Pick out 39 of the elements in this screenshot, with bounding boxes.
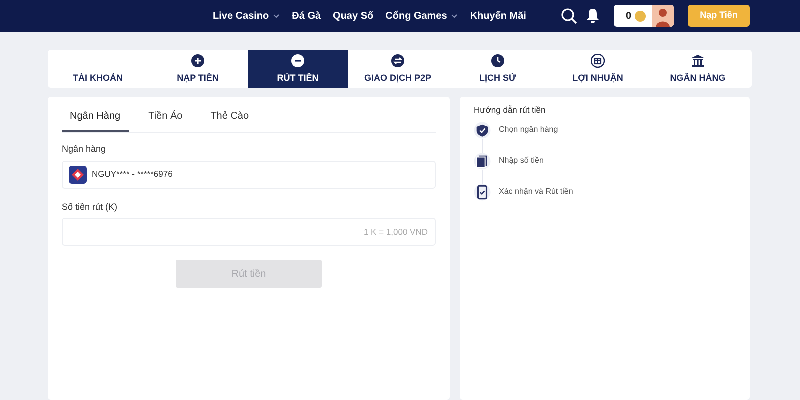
- bank-icon: [691, 54, 705, 68]
- sub-tab[interactable]: Thẻ Cào: [202, 105, 258, 132]
- bank-account-text: NGUY**** - *****6976: [92, 168, 173, 181]
- field-label: Số tiền rút (K): [62, 200, 119, 214]
- bank-logo-icon: [69, 166, 87, 184]
- bell-icon[interactable]: [586, 8, 600, 24]
- nav-tab[interactable]: LỊCH SỬ: [448, 50, 548, 88]
- search-icon[interactable]: [561, 8, 578, 24]
- nav-tab[interactable]: LỢI NHUẬN: [548, 50, 648, 88]
- sub-tab[interactable]: Ngân Hàng: [62, 105, 129, 132]
- sub-tab[interactable]: Tiền Ảo: [140, 105, 191, 132]
- guide-step: Nhập số tiền: [499, 155, 544, 168]
- chevron-down-icon[interactable]: [273, 14, 280, 18]
- plus-circle-icon: [191, 54, 205, 68]
- nav-link[interactable]: Cổng Games: [386, 8, 458, 24]
- balance-box[interactable]: 0: [614, 5, 674, 27]
- amount-input[interactable]: 1 K = 1,000 VND: [62, 218, 436, 246]
- swap-icon: [391, 54, 405, 68]
- gift-icon: [591, 54, 605, 68]
- guide-step: Xác nhận và Rút tiền: [499, 186, 574, 198]
- field-label: Ngân hàng: [62, 143, 108, 156]
- nav-tab[interactable]: GIAO DỊCH P2P: [348, 50, 448, 88]
- minus-circle-icon: [291, 54, 305, 68]
- nav-link[interactable]: Khuyến Mãi: [470, 8, 526, 24]
- nav-link[interactable]: Quay Số: [333, 8, 374, 24]
- balance-amount: 0: [626, 10, 632, 24]
- nav-tab[interactable]: NẠP TIỀN: [148, 50, 248, 88]
- avatar-icon[interactable]: [652, 5, 674, 27]
- coin-icon: [634, 10, 646, 22]
- nav-link[interactable]: Đá Gà: [292, 8, 322, 24]
- chevron-down-icon[interactable]: [451, 14, 458, 18]
- clock-icon: [491, 54, 505, 68]
- nav-link[interactable]: Live Casino: [213, 8, 280, 24]
- bank-select[interactable]: NGUY**** - *****6976: [62, 160, 436, 188]
- nav-tab[interactable]: NGÂN HÀNG: [648, 50, 748, 88]
- guide-step: Chọn ngân hàng: [499, 124, 558, 136]
- nav-tab[interactable]: TÀI KHOẢN: [48, 50, 148, 88]
- guide-title: Hướng dẫn rút tiền: [474, 104, 547, 117]
- nav-tab[interactable]: RÚT TIỀN: [248, 50, 348, 88]
